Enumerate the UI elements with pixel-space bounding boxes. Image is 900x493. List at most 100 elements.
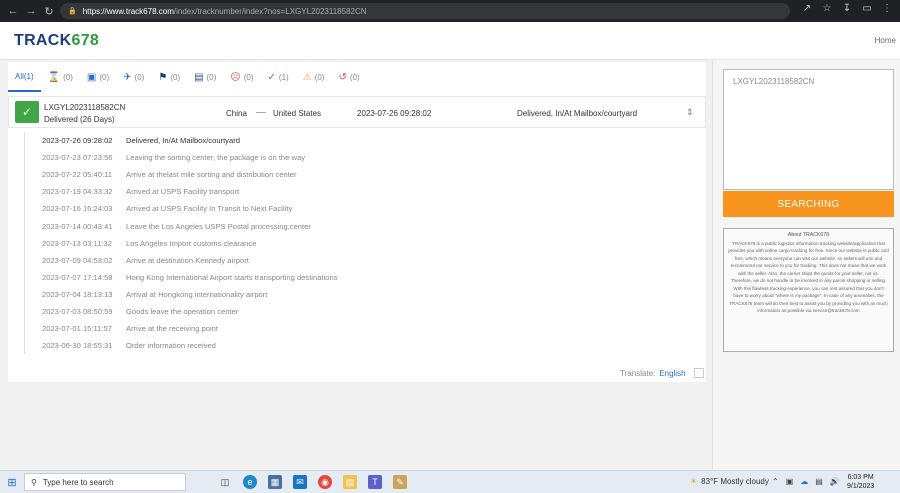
warning-icon: ⚠ <box>302 71 312 83</box>
clock-time: 6:03 PM <box>847 474 874 481</box>
tab-count: (1) <box>278 72 289 82</box>
menu-dots-icon[interactable]: ⋮ <box>880 3 894 14</box>
check-icon: ✓ <box>267 71 276 83</box>
event-time: 2023-07-14 00:43:41 <box>42 221 113 231</box>
forward-icon[interactable]: → <box>22 2 40 20</box>
task-view-icon[interactable]: ◫ <box>218 475 232 489</box>
cloud-icon[interactable]: ☁ <box>800 477 808 486</box>
event-time: 2023-07-26 09:28:02 <box>42 136 113 146</box>
tab-expired[interactable]: ↺ (0) <box>331 62 366 92</box>
tab-count: (0) <box>243 72 254 82</box>
tab-not-found[interactable]: ⌛ (0) <box>41 62 80 92</box>
history-icon: ↺ <box>338 71 347 83</box>
bookmark-star-icon[interactable]: ☆ <box>820 3 834 14</box>
mail-icon[interactable]: ✉ <box>293 475 307 489</box>
site-logo[interactable]: TRACK678 <box>14 32 99 50</box>
latest-event-status: Delivered, In/At Mailbox/courtyard <box>517 109 638 118</box>
search-button[interactable]: SEARCHING <box>723 191 894 217</box>
weather-widget[interactable]: ☀ 83°F Mostly cloudy <box>690 477 769 486</box>
tracking-sidebar: LXGYL2023118582CN SEARCHING About TRACK6… <box>712 60 900 470</box>
address-bar[interactable]: 🔒 https://www.track678.com/index/tracknu… <box>60 3 790 19</box>
tracking-event-row: 2023-07-19 04:33:32 Arrived at USPS Facil… <box>25 183 684 200</box>
tracking-number-input[interactable]: LXGYL2023118582CN <box>723 69 894 190</box>
reload-icon[interactable]: ↻ <box>40 2 58 20</box>
tracking-event-row: 2023-07-16 16:24:03 Arrived at USPS Facil… <box>25 200 684 217</box>
tracking-event-row: 2023-07-04 18:13:13 Arrival at Hongkong i… <box>25 286 684 303</box>
teams-icon[interactable]: T <box>368 475 382 489</box>
translate-label: Translate: <box>620 368 656 378</box>
share-icon[interactable]: ↗ <box>800 3 814 14</box>
windows-start-icon[interactable]: ⊞ <box>0 471 24 493</box>
latest-event-time: 2023-07-26 09:28:02 <box>357 109 432 118</box>
paint-icon[interactable]: ✎ <box>393 475 407 489</box>
weather-sun-icon: ☀ <box>690 477 698 486</box>
event-time: 2023-07-07 17:14:58 <box>42 272 113 282</box>
clock-date: 9/1/2023 <box>847 483 875 490</box>
event-time: 2023-06-30 18:55:31 <box>42 341 113 351</box>
tab-count: (0) <box>99 72 110 82</box>
tab-delivered[interactable]: ✓ (1) <box>261 62 296 92</box>
weather-text: 83°F Mostly cloudy <box>701 477 769 486</box>
status-filter-tabs: All(1) ⌛ (0) ▣ (0) ✈ (0) ⚑ (0) ▤ (0) ☹ (… <box>8 62 706 92</box>
taskbar-search-placeholder: Type here to search <box>42 477 114 487</box>
translate-checkbox[interactable] <box>693 368 704 378</box>
origin-country: China <box>226 109 247 118</box>
shipment-summary-row[interactable]: ✓ LXGYL2023118582CN Delivered (26 Days) … <box>8 96 706 128</box>
app-tray-icon[interactable]: ▣ <box>786 477 794 486</box>
system-tray: ⌃ ▣ ☁ ▤ 🔊 <box>772 477 840 486</box>
tracking-number: LXGYL2023118582CN <box>44 103 126 112</box>
download-icon[interactable]: ↧ <box>840 3 854 14</box>
edge-browser-icon[interactable]: e <box>243 475 257 489</box>
lock-icon: 🔒 <box>68 8 77 15</box>
tab-in-transit[interactable]: ✈ (0) <box>116 62 151 92</box>
event-description: Order information received <box>126 341 216 351</box>
tab-all[interactable]: All(1) <box>8 62 41 92</box>
tracking-event-row: 2023-07-01 15:11:57 Arrive at the receivi… <box>25 320 684 337</box>
delivered-check-icon: ✓ <box>15 101 39 123</box>
event-time: 2023-07-19 04:33:32 <box>42 187 113 197</box>
volume-icon[interactable]: 🔊 <box>830 477 840 486</box>
route-arrow <box>256 112 266 113</box>
event-description: Goods leave the operation center <box>126 306 239 316</box>
about-box: About TRACK678 TRACK678 is a public logi… <box>723 228 894 352</box>
store-icon[interactable]: ▦ <box>268 475 282 489</box>
tab-undelivered[interactable]: ☹ (0) <box>223 62 260 92</box>
back-icon[interactable]: ← <box>4 2 22 20</box>
translate-control: Translate: English <box>620 368 704 378</box>
taskbar-search-box[interactable]: ⚲ Type here to search <box>24 473 186 491</box>
tracking-event-list: 2023-07-26 09:28:02 Delivered, In/At Mail… <box>24 132 684 355</box>
event-description: Arrive at thelast mile sorting and distr… <box>126 170 297 180</box>
tab-count: (0) <box>314 72 325 82</box>
file-explorer-icon[interactable]: ▤ <box>343 475 357 489</box>
event-time: 2023-07-04 18:13:13 <box>42 289 113 299</box>
site-header: TRACK678 Home <box>0 22 900 60</box>
about-title: About TRACK678 <box>787 232 830 238</box>
event-time: 2023-07-16 16:24:03 <box>42 204 113 214</box>
event-description: Arrive at the receiving point <box>126 324 219 334</box>
destination-country: United States <box>273 109 322 118</box>
tab-info-received[interactable]: ▣ (0) <box>80 62 116 92</box>
chrome-browser-icon[interactable]: ◉ <box>318 475 332 489</box>
clock[interactable]: 6:03 PM 9/1/2023 <box>847 473 874 491</box>
tab-arrived[interactable]: ⚑ (0) <box>151 62 187 92</box>
translate-language[interactable]: English <box>659 369 685 378</box>
show-hidden-icons-icon[interactable]: ⌃ <box>772 477 779 486</box>
tracking-event-row: 2023-07-14 00:43:41 Leave the Los Angeles… <box>25 217 684 234</box>
tab-alert[interactable]: ⚠ (0) <box>296 62 332 92</box>
tab-count: (0) <box>206 72 217 82</box>
event-time: 2023-07-23 07:23:56 <box>42 153 113 163</box>
tracking-event-row: 2023-06-30 18:55:31 Order information rec… <box>25 337 684 354</box>
home-link[interactable]: Home <box>875 36 896 45</box>
search-icon: ⚲ <box>31 477 37 487</box>
tab-all-label: All(1) <box>15 71 34 81</box>
event-time: 2023-07-13 03:11:32 <box>42 238 112 248</box>
tracking-event-row: 2023-07-07 17:14:58 Hong Kong Internation… <box>25 269 684 286</box>
tab-count: (0) <box>63 72 73 82</box>
network-icon[interactable]: ▤ <box>815 477 823 486</box>
event-description: Arrived at USPS Facility In Transit to N… <box>126 204 293 214</box>
event-description: Hong Kong International Airport starts t… <box>126 272 338 282</box>
tab-count: (0) <box>170 72 181 82</box>
expand-toggle-icon[interactable]: ⇕ <box>686 107 694 118</box>
sidebar-panel-icon[interactable]: ▭ <box>860 3 874 14</box>
tab-pickup[interactable]: ▤ (0) <box>187 62 223 92</box>
